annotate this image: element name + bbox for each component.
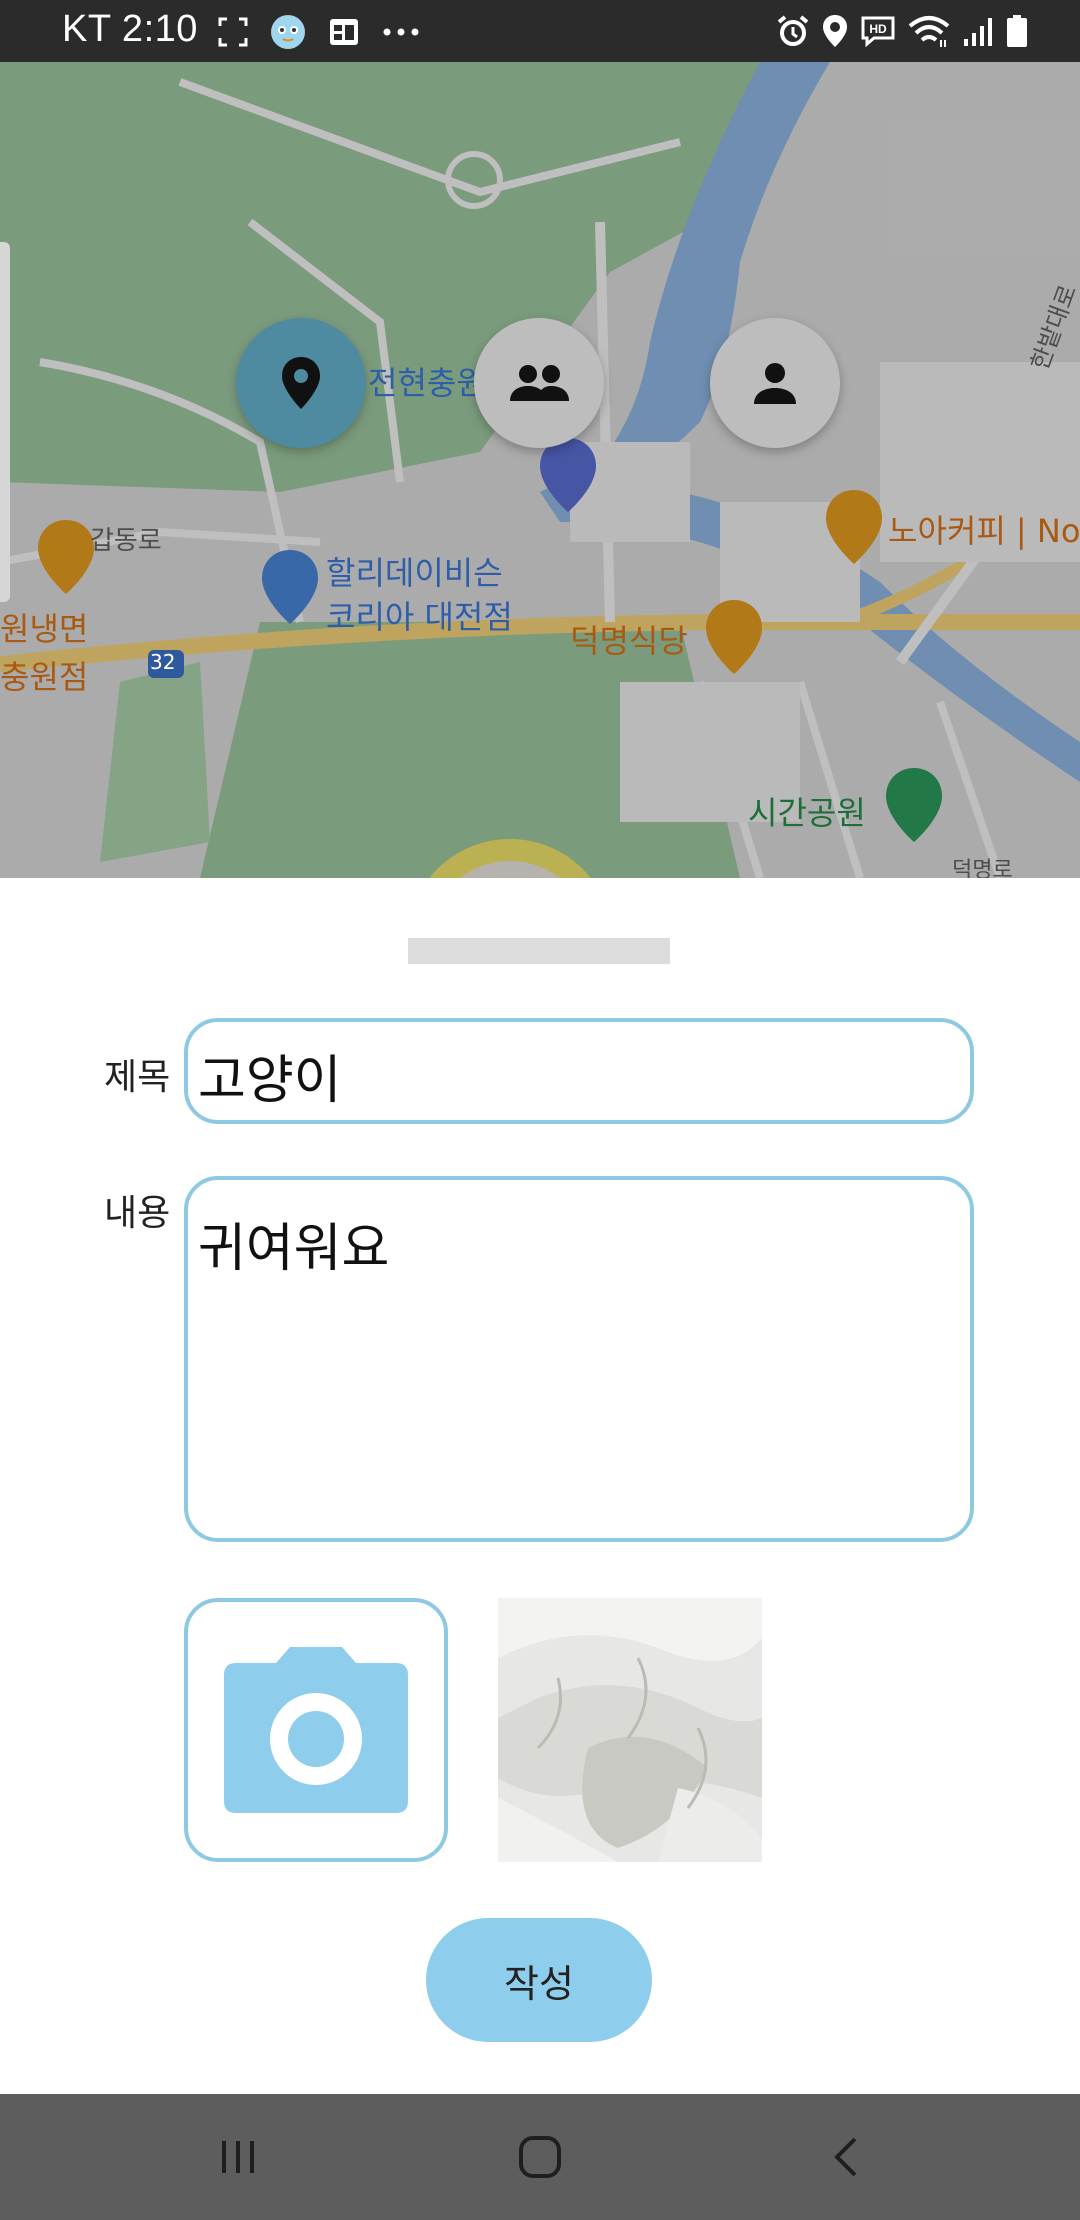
status-right-icons: HD <box>776 12 1028 50</box>
wifi-icon <box>908 16 950 47</box>
post-bottom-sheet: 제목 고양이 내용 귀여워요 작성 <box>0 878 1080 2094</box>
map-label-restaurant-branch: 충원점 <box>0 658 89 696</box>
side-drawer-handle[interactable] <box>0 242 10 602</box>
back-button[interactable] <box>816 2127 876 2187</box>
person-icon <box>754 363 796 404</box>
location-pin-icon <box>282 357 320 409</box>
map-label-place: 전현충원 <box>368 364 486 402</box>
back-icon <box>834 2137 857 2177</box>
home-button[interactable] <box>510 2127 570 2187</box>
map-road-number: 32 <box>150 650 176 674</box>
map-label-road-3: 덕명로 <box>952 858 1013 878</box>
attached-photo-thumbnail[interactable] <box>498 1598 762 1862</box>
map-label-park: 시간공원 <box>748 794 866 832</box>
recent-apps-icon <box>222 2141 254 2173</box>
svg-text:HD: HD <box>869 22 887 36</box>
map-view[interactable]: 전현충원 갑동로 원냉면 충원점 32 할리데이비슨 코리아 대전점 덕명식당 … <box>0 62 1080 878</box>
title-label: 제목 <box>104 1057 171 1098</box>
hd-voice-icon: HD <box>861 16 895 47</box>
map-label-cafe: 노아커피 | No <box>888 512 1080 550</box>
content-textarea-value: 귀여워요 <box>198 1219 390 1279</box>
add-photo-button[interactable] <box>184 1598 448 1862</box>
battery-icon <box>1007 15 1027 47</box>
system-nav-bar <box>0 2094 1080 2220</box>
title-input-value: 고양이 <box>198 1051 342 1111</box>
gallery-icon <box>330 19 358 45</box>
map-label-road: 갑동로 <box>90 526 162 556</box>
home-icon <box>519 2136 561 2178</box>
status-time: KT 2:10 <box>62 8 198 50</box>
submit-button[interactable]: 작성 <box>426 1918 652 2042</box>
content-label: 내용 <box>104 1193 171 1234</box>
signal-icon <box>964 18 992 46</box>
group-fab-button[interactable] <box>474 318 604 448</box>
map-label-restaurant: 원냉면 <box>0 610 89 648</box>
location-icon <box>823 15 847 47</box>
location-fab-button[interactable] <box>236 318 366 448</box>
person-fab-button[interactable] <box>710 318 840 448</box>
map-label-restaurant-2: 덕명식당 <box>570 622 688 660</box>
recent-apps-button[interactable] <box>208 2127 268 2187</box>
title-input[interactable]: 고양이 <box>184 1018 974 1124</box>
sheet-drag-handle[interactable] <box>408 938 670 964</box>
content-textarea[interactable]: 귀여워요 <box>184 1176 974 1542</box>
group-icon <box>510 365 569 401</box>
status-left-icons <box>218 14 420 50</box>
screenshot-icon <box>218 17 248 47</box>
more-icon <box>383 28 419 36</box>
cat-photo-image <box>498 1598 762 1862</box>
map-dim-overlay <box>0 62 1080 878</box>
map-label-store-branch: 코리아 대전점 <box>326 598 513 636</box>
app-notification-icon <box>271 15 305 49</box>
status-bar: KT 2:10 HD <box>0 0 1080 62</box>
camera-icon <box>224 1647 408 1813</box>
map-label-store: 할리데이비슨 <box>326 554 503 592</box>
alarm-icon <box>777 15 809 46</box>
